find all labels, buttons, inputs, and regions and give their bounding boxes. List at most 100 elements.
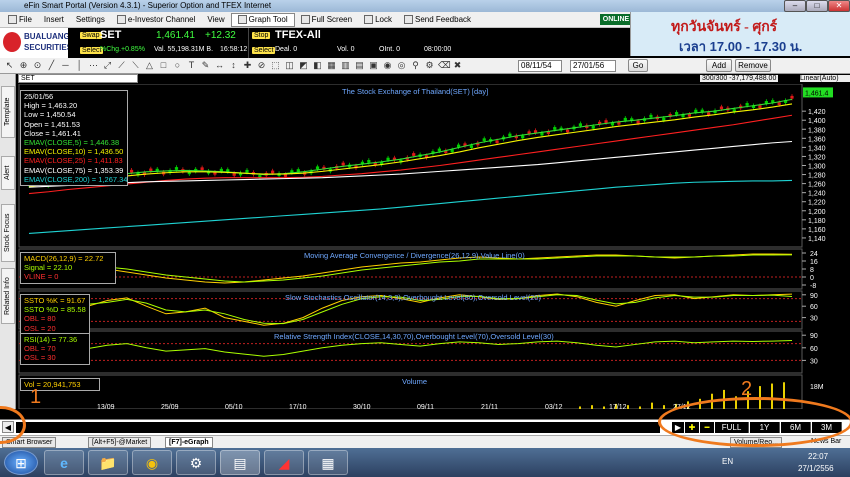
- tool-icon-32[interactable]: ✖: [452, 60, 463, 71]
- volume-bar: [627, 405, 629, 409]
- tool-icon-29[interactable]: ⚲: [410, 60, 421, 71]
- tool-icon-27[interactable]: ◉: [382, 60, 393, 71]
- price-candle: [271, 170, 275, 174]
- price-candle: [719, 106, 724, 110]
- ind-tick-label-1--8: -8: [810, 283, 816, 290]
- tool-icon-1[interactable]: ⊕: [18, 60, 29, 71]
- tab-market[interactable]: [Alt+F5]-@Market: [88, 437, 152, 448]
- tool-icon-26[interactable]: ▣: [368, 60, 379, 71]
- info-rsi-osl: OSL = 30: [24, 353, 56, 363]
- price-series-4: [28, 179, 793, 234]
- tool-icon-31[interactable]: ⌫: [438, 60, 451, 71]
- file-icon: [8, 15, 17, 24]
- tool-icon-28[interactable]: ◎: [396, 60, 407, 71]
- date-to-field[interactable]: 27/01/56: [570, 60, 616, 72]
- full-screen-icon: [300, 15, 310, 24]
- internet-explorer-icon[interactable]: e: [44, 450, 84, 475]
- price-candle: [565, 129, 570, 133]
- tool-icon-13[interactable]: T: [186, 60, 197, 71]
- acrobat-icon[interactable]: ◢: [264, 450, 304, 475]
- close-button[interactable]: ✕: [828, 0, 850, 12]
- promo-banner[interactable]: ทุกวันจันทร์ - ศุกร์ เวลา 17.00 - 17.30 …: [630, 12, 850, 56]
- side-tab-template[interactable]: Template: [1, 86, 15, 138]
- rsi-info-box: RSI(14) = 77.36 OBL = 70 OSL = 30: [20, 333, 90, 365]
- maximize-button[interactable]: □: [806, 0, 828, 12]
- stop-button[interactable]: Stop: [252, 32, 271, 39]
- tool-icon-17[interactable]: ✚: [242, 60, 253, 71]
- tool-icon-2[interactable]: ⊙: [32, 60, 43, 71]
- online-status-badge: ONLINE: [600, 14, 632, 25]
- side-tab-related-info[interactable]: Related Info: [1, 268, 15, 324]
- tool-icon-25[interactable]: ▤: [354, 60, 365, 71]
- price-candle: [674, 112, 679, 115]
- tool-icon-24[interactable]: ▥: [340, 60, 351, 71]
- info-ssto-obl: OBL = 80: [24, 314, 56, 324]
- menu-settings[interactable]: Settings: [70, 13, 111, 27]
- price-candle: [367, 160, 371, 163]
- info-close: Close = 1,461.41: [24, 128, 81, 138]
- menu-lock[interactable]: Lock: [358, 13, 398, 27]
- chrome-icon[interactable]: ◉: [132, 450, 172, 475]
- tool-icon-3[interactable]: ╱: [46, 60, 57, 71]
- go-button[interactable]: Go: [628, 59, 648, 72]
- start-button[interactable]: ⊞: [4, 450, 38, 475]
- price-tick-label-1,340: 1,340: [808, 145, 826, 152]
- tool-icon-7[interactable]: ⤢: [102, 60, 113, 71]
- tool-icon-4[interactable]: ─: [60, 60, 71, 71]
- tool-icon-23[interactable]: ▦: [326, 60, 337, 71]
- tool-icon-12[interactable]: ○: [172, 60, 183, 71]
- side-tab-stock-focus[interactable]: Stock Focus: [1, 204, 15, 262]
- symbol-input[interactable]: SET: [18, 74, 138, 83]
- tool-icon-22[interactable]: ◧: [312, 60, 323, 71]
- swap-button[interactable]: Swap: [80, 32, 102, 39]
- menu-graph-tool-label: Graph Tool: [248, 14, 288, 24]
- rsi-title: Relative Strength Index(CLOSE,14,30,70),…: [274, 332, 554, 341]
- menu-view[interactable]: View: [201, 13, 230, 27]
- efin-app-icon[interactable]: ▤: [220, 450, 260, 475]
- menu-full-screen[interactable]: Full Screen: [295, 13, 358, 27]
- tfex-quote-panel: Stop Select TFEX-All Deal. 0 Vol. 0 OInt…: [248, 28, 630, 58]
- explorer-folder-icon[interactable]: 📁: [88, 450, 128, 475]
- tool-icon-5[interactable]: │: [74, 60, 85, 71]
- clock-time[interactable]: 22:07: [808, 452, 828, 461]
- add-button[interactable]: Add: [706, 59, 732, 72]
- tool-icon-20[interactable]: ◫: [284, 60, 295, 71]
- tfex-deal: Deal. 0: [275, 46, 298, 53]
- menu-file[interactable]: File: [2, 13, 38, 27]
- select-tfex-button[interactable]: Select: [252, 47, 276, 54]
- clock-date[interactable]: 27/1/2556: [798, 464, 834, 473]
- language-indicator[interactable]: EN: [722, 457, 733, 466]
- ind-tick-label-3-30: 30: [810, 358, 818, 365]
- tool-icon-8[interactable]: ⟋: [116, 60, 127, 71]
- tool-icon-6[interactable]: ⋯: [88, 60, 99, 71]
- scroll-thumb[interactable]: [16, 422, 660, 433]
- tool-icon-21[interactable]: ◩: [298, 60, 309, 71]
- date-from-field[interactable]: 08/11/54: [518, 60, 562, 72]
- tool-icon-10[interactable]: △: [144, 60, 155, 71]
- menu-send-feedback[interactable]: Send Feedback: [398, 13, 477, 27]
- tool-icon-0[interactable]: ↖: [4, 60, 15, 71]
- chart-area[interactable]: 1,420 1,400 1,380 1,360 1,340 1,320 1,300 1,280…: [17, 83, 850, 411]
- chart-svg[interactable]: 1,420 1,400 1,380 1,360 1,340 1,320 1,300 1,280…: [17, 83, 850, 411]
- info-ema10: EMAV(CLOSE,10) = 1,436.50: [24, 147, 124, 157]
- tool-icon-9[interactable]: ⟍: [130, 60, 141, 71]
- tool-icon-19[interactable]: ⬚: [270, 60, 281, 71]
- side-tab-alert[interactable]: Alert: [1, 156, 15, 190]
- volume-title: Volume: [402, 377, 428, 386]
- tool-icon-15[interactable]: ↔: [214, 60, 225, 71]
- menu-graph-tool[interactable]: Graph Tool: [230, 12, 295, 27]
- screenshot-tool-icon[interactable]: ▦: [308, 450, 348, 475]
- remove-button[interactable]: Remove: [735, 59, 771, 72]
- minimize-button[interactable]: –: [784, 0, 806, 12]
- scale-mode[interactable]: Linear(Auto): [800, 75, 850, 82]
- tool-icon-14[interactable]: ✎: [200, 60, 211, 71]
- app-settings-icon[interactable]: ⚙: [176, 450, 216, 475]
- tool-icon-30[interactable]: ⚙: [424, 60, 435, 71]
- tool-icon-18[interactable]: ⊘: [256, 60, 267, 71]
- tool-icon-16[interactable]: ↕: [228, 60, 239, 71]
- tab-egraph[interactable]: [F7]-eGraph: [165, 437, 213, 448]
- menu-insert[interactable]: Insert: [38, 13, 70, 27]
- menu-einvestor[interactable]: e-Investor Channel: [111, 13, 202, 27]
- tool-icon-11[interactable]: □: [158, 60, 169, 71]
- set-quote-panel: Swap Select SET 1,461.41 +12.32 %Chg.+0.…: [68, 28, 248, 58]
